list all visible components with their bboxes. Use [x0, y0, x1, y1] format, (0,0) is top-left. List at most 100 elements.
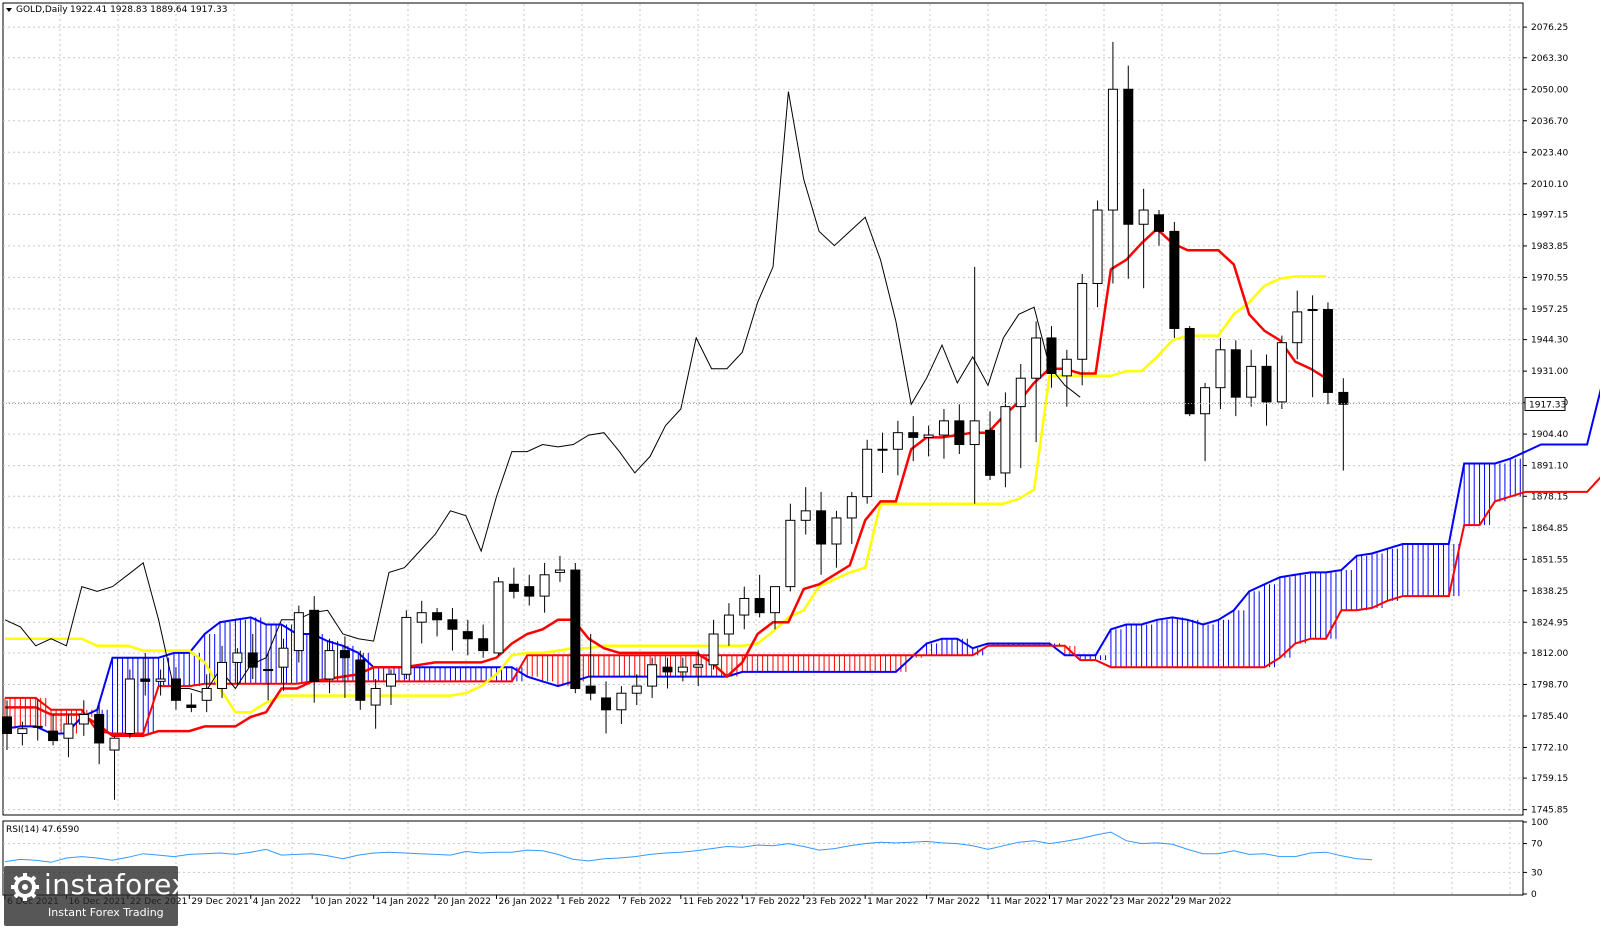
candle-body [63, 723, 74, 739]
time-tick-label: 11 Feb 2022 [683, 897, 739, 907]
price-tick-label: 1838.25 [1531, 587, 1568, 597]
price-tick-label: 2010.10 [1531, 180, 1568, 190]
candle-body [324, 650, 335, 680]
candle-body [1322, 309, 1333, 393]
candle-body [17, 728, 28, 734]
candle-body [1107, 88, 1118, 211]
candle-body [309, 609, 320, 682]
candle-body [1215, 349, 1226, 389]
candle-body [1200, 387, 1211, 415]
candle-body [662, 666, 673, 673]
candle-body [201, 687, 212, 701]
price-tick-label: 1878.15 [1531, 492, 1568, 502]
candle-body [78, 714, 89, 725]
candle-body [370, 687, 381, 706]
candle-body [1246, 365, 1257, 398]
candle-body [708, 633, 719, 666]
current-price-label: 1917.33 [1529, 400, 1566, 410]
candle-body [1154, 214, 1164, 232]
price-tick-label: 1851.55 [1531, 555, 1568, 565]
price-tick-label: 2036.70 [1531, 117, 1568, 127]
candle-body [524, 586, 535, 597]
candle-body [570, 569, 581, 689]
rsi-tick-label: 0 [1531, 890, 1537, 900]
candle-body [1261, 365, 1272, 403]
chart-ohlc-values: 1922.41 1928.83 1889.64 1917.33 [70, 5, 227, 15]
candle-body [493, 581, 504, 654]
price-tick-label: 1772.10 [1531, 743, 1568, 753]
candle-body [585, 685, 596, 694]
time-tick-label: 29 Mar 2022 [1174, 897, 1231, 907]
rsi-tick-label: 70 [1531, 840, 1543, 850]
watermark-tagline: Instant Forex Trading [48, 906, 164, 919]
candle-body [923, 434, 934, 438]
time-tick-label: 1 Mar 2022 [867, 897, 918, 907]
candle-body [355, 659, 366, 701]
candle-body [877, 448, 888, 451]
time-axis: 6 Dec 202116 Dec 202122 Dec 202129 Dec 2… [4, 895, 1231, 907]
candle-body [785, 519, 796, 588]
time-tick-label: 23 Mar 2022 [1113, 897, 1170, 907]
candle-body [1031, 337, 1042, 379]
candle-body [508, 583, 519, 592]
candle-body [124, 678, 135, 734]
candle-body [969, 420, 980, 446]
price-tick-label: 2023.40 [1531, 148, 1568, 158]
candle-body [1092, 209, 1103, 284]
time-tick-label: 26 Jan 2022 [499, 897, 553, 907]
candle-body [140, 678, 151, 682]
candle-body [1077, 282, 1088, 360]
price-tick-label: 1745.85 [1531, 806, 1568, 816]
candle-body [278, 647, 289, 668]
candle-body [631, 685, 642, 694]
candle-body [954, 420, 965, 446]
instaforex-watermark: instaforex Instant Forex Trading [4, 866, 188, 926]
candle-body [293, 612, 304, 652]
candle-body [800, 510, 811, 521]
price-tick-label: 1970.55 [1531, 273, 1568, 283]
chart-instrument-title: GOLD,Daily [16, 5, 68, 15]
price-tick-label: 1864.85 [1531, 524, 1568, 534]
candle-body [401, 616, 412, 675]
price-tick-label: 1812.00 [1531, 649, 1568, 659]
price-tick-label: 1997.15 [1531, 210, 1568, 220]
candle-body [247, 652, 258, 668]
candle-body [386, 673, 396, 687]
candle-body [48, 730, 59, 742]
candle-body [677, 666, 688, 673]
candle-body [938, 420, 949, 436]
candle-body [1169, 230, 1180, 329]
candle-body [908, 432, 919, 438]
candle-body [601, 697, 612, 711]
candle-body [170, 678, 181, 701]
time-tick-label: 7 Mar 2022 [929, 897, 980, 907]
price-tick-label: 1931.00 [1531, 367, 1568, 377]
price-tick-label: 1785.40 [1531, 712, 1568, 722]
candle-body [1000, 406, 1011, 474]
candle-body [416, 612, 427, 623]
candle-body [1230, 349, 1241, 398]
candle-body [647, 664, 658, 687]
candle-body [739, 597, 750, 616]
candle-body [554, 569, 565, 573]
time-tick-label: 17 Mar 2022 [1051, 897, 1108, 907]
price-axis: 2076.25 2063.30 2050.00 2036.70 2023.40 2010.… [1523, 23, 1568, 816]
candle-body [1061, 358, 1072, 377]
candle-body [478, 638, 489, 652]
candle-body [754, 597, 765, 614]
price-tick-label: 1798.70 [1531, 680, 1568, 690]
candle-body [723, 614, 734, 635]
candle-body [339, 650, 350, 659]
time-tick-label: 23 Feb 2022 [806, 897, 862, 907]
time-tick-label: 11 Mar 2022 [990, 897, 1047, 907]
candle-body [217, 661, 228, 689]
time-tick-label: 14 Jan 2022 [376, 897, 430, 907]
price-tick-label: 1891.10 [1531, 462, 1568, 472]
time-tick-label: 10 Jan 2022 [314, 897, 368, 907]
chart-canvas: 2076.25 2063.30 2050.00 2036.70 2023.40 2010.… [2, 2, 1600, 907]
price-tick-label: 2050.00 [1531, 85, 1568, 95]
candle-body [816, 510, 827, 545]
candle-body [1123, 88, 1134, 225]
candle-body [462, 631, 473, 640]
rsi-tick-label: 30 [1531, 868, 1543, 878]
